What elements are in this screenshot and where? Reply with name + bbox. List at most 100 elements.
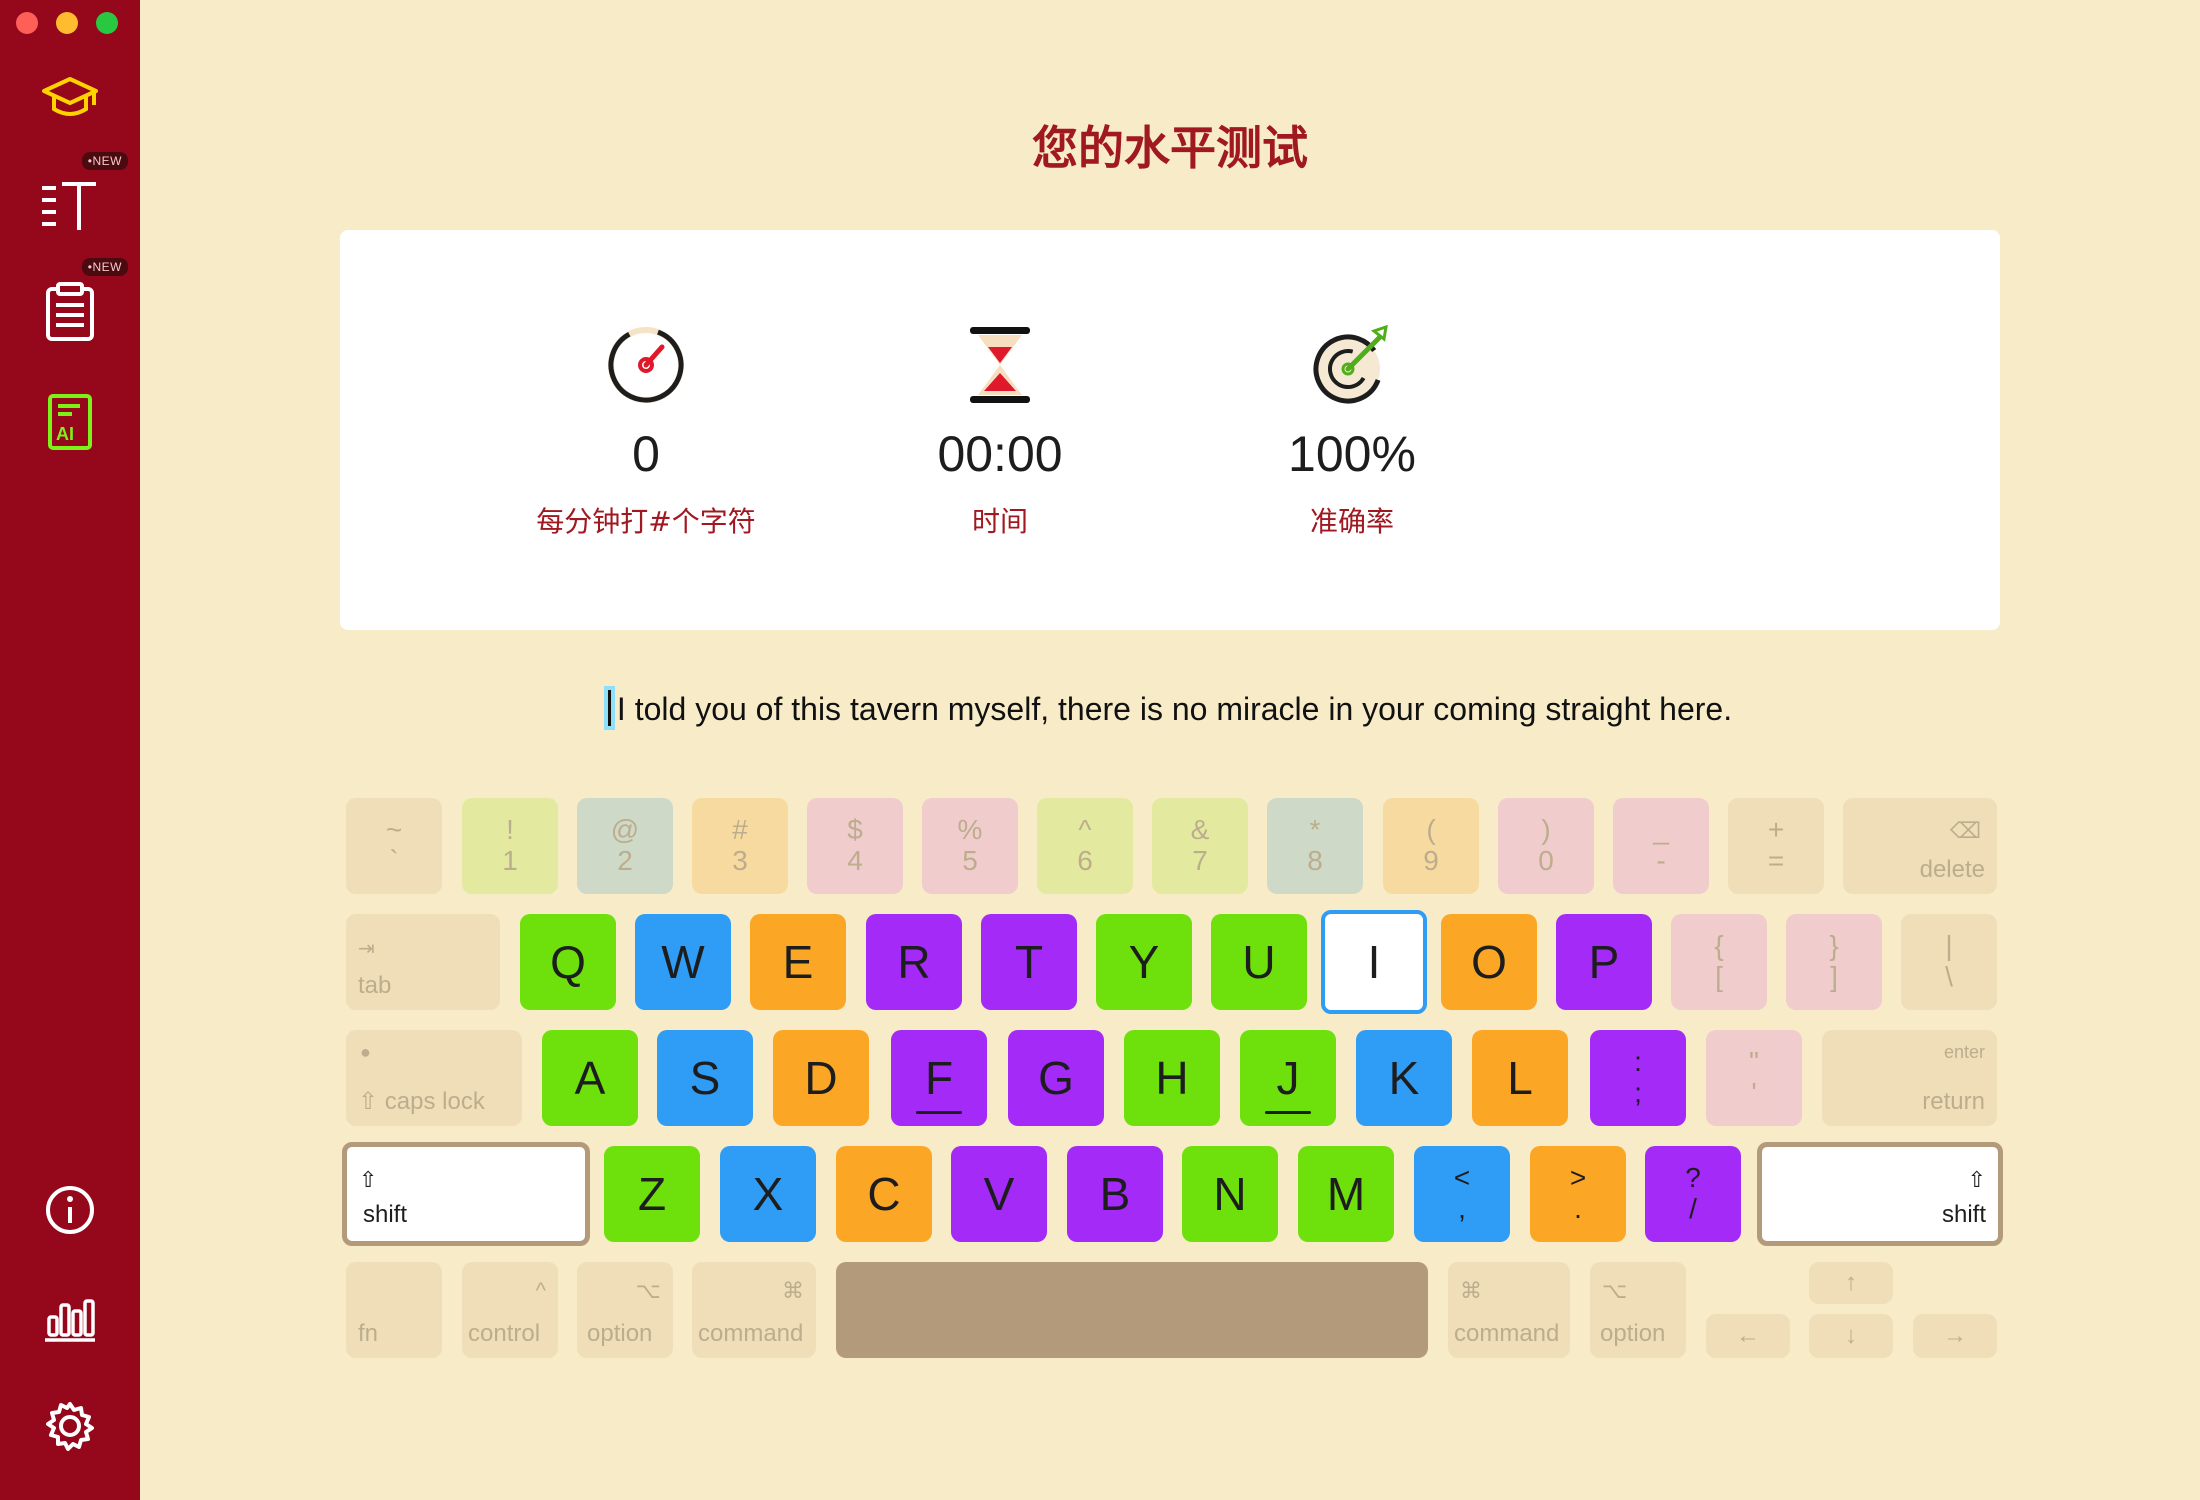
page-title: 您的水平测试 (1032, 121, 1308, 175)
key-u[interactable]: U (1211, 914, 1307, 1010)
zoom-window-button[interactable] (96, 12, 118, 34)
minimize-window-button[interactable] (56, 12, 78, 34)
key-shift-char: % (957, 814, 983, 846)
settings-button[interactable] (30, 1386, 110, 1466)
key-arrow-down[interactable]: ↓ (1809, 1314, 1893, 1358)
key-8[interactable]: * 8 (1267, 798, 1363, 894)
key-shift-char: * (1309, 814, 1321, 846)
key-1[interactable]: ! 1 (462, 798, 558, 894)
key-3[interactable]: #3 (692, 798, 788, 894)
key-t[interactable]: T (981, 914, 1077, 1010)
key-9[interactable]: (9 (1383, 798, 1479, 894)
key-shift-char: ^ (1078, 814, 1092, 846)
typing-prompt[interactable]: I told you of this tavern myself, there … (140, 690, 2200, 728)
speed-label: 每分钟打#个字符 (536, 505, 756, 538)
key-tab[interactable]: ⇥ tab (346, 914, 500, 1010)
key-7[interactable]: & 7 (1152, 798, 1248, 894)
key-h[interactable]: H (1124, 1030, 1220, 1126)
key-return[interactable]: enter return (1822, 1030, 1997, 1126)
key-right-option[interactable]: ⌥ option (1590, 1262, 1686, 1358)
gear-icon (46, 1402, 94, 1451)
key-o[interactable]: O (1441, 914, 1537, 1010)
sidebar-item-texts[interactable]: •NEW (30, 152, 128, 246)
key-6[interactable]: ^ 6 (1037, 798, 1133, 894)
key-quote[interactable]: " ' (1706, 1030, 1802, 1126)
key-g[interactable]: G (1008, 1030, 1104, 1126)
key-p[interactable]: P (1556, 914, 1652, 1010)
key-left-option[interactable]: ⌥ option (577, 1262, 673, 1358)
key-minus[interactable]: _ - (1613, 798, 1709, 894)
key-w[interactable]: W (635, 914, 731, 1010)
key-slash[interactable]: ? / (1645, 1146, 1741, 1242)
key-x[interactable]: X (720, 1146, 816, 1242)
key-m[interactable]: M (1298, 1146, 1394, 1242)
key-right-bracket[interactable]: }] (1786, 914, 1882, 1010)
sidebar-item-ai[interactable]: AI (30, 382, 110, 462)
key-arrow-right[interactable]: → (1913, 1314, 1997, 1358)
key-backtick[interactable]: ~ ` (346, 798, 442, 894)
key-k[interactable]: K (1356, 1030, 1452, 1126)
key-arrow-up[interactable]: ↑ (1809, 1262, 1893, 1304)
key-e[interactable]: E (750, 914, 846, 1010)
key-4[interactable]: $4 (807, 798, 903, 894)
clipboard-list-icon (46, 282, 94, 341)
key-d[interactable]: D (773, 1030, 869, 1126)
key-right-shift-active[interactable]: ⇧ shift (1757, 1142, 2003, 1246)
command-icon: ⌘ (1460, 1278, 1482, 1303)
key-char: 1 (502, 845, 518, 876)
key-left-bracket[interactable]: {[ (1671, 914, 1767, 1010)
key-s[interactable]: S (657, 1030, 753, 1126)
sidebar-item-lessons[interactable] (30, 58, 110, 138)
key-arrow-left[interactable]: ← (1706, 1314, 1790, 1358)
key-5[interactable]: % 5 (922, 798, 1018, 894)
statistics-button[interactable] (30, 1278, 110, 1358)
key-equals[interactable]: + = (1728, 798, 1824, 894)
key-char: [ (1715, 961, 1723, 992)
key-char: 5 (962, 845, 978, 876)
key-z[interactable]: Z (604, 1146, 700, 1242)
key-r[interactable]: R (866, 914, 962, 1010)
home-row-bump (916, 1111, 962, 1114)
stat-accuracy: 100% 准确率 (1182, 320, 1522, 540)
current-char: I (616, 691, 626, 727)
key-char: 9 (1423, 845, 1439, 876)
key-label: command (1454, 1320, 1560, 1347)
sidebar-item-tests[interactable]: •NEW (30, 258, 128, 352)
key-n[interactable]: N (1182, 1146, 1278, 1242)
key-char: 4 (847, 845, 863, 876)
close-window-button[interactable] (16, 12, 38, 34)
key-comma[interactable]: <, (1414, 1146, 1510, 1242)
key-caps-lock[interactable]: ● ⇧ caps lock (346, 1030, 522, 1126)
option-icon: ⌥ (1602, 1278, 1628, 1303)
key-c[interactable]: C (836, 1146, 932, 1242)
key-0[interactable]: ) 0 (1498, 798, 1594, 894)
key-f[interactable]: F (891, 1030, 987, 1126)
key-v[interactable]: V (951, 1146, 1047, 1242)
key-backslash[interactable]: | \ (1901, 914, 1997, 1010)
key-y[interactable]: Y (1096, 914, 1192, 1010)
key-i-active[interactable]: I (1321, 910, 1427, 1014)
key-left-shift-active[interactable]: ⇧ shift (342, 1142, 590, 1246)
info-button[interactable] (30, 1170, 110, 1250)
key-space[interactable] (836, 1262, 1428, 1358)
key-j[interactable]: J (1240, 1030, 1336, 1126)
key-left-command[interactable]: ⌘ command (692, 1262, 816, 1358)
key-char: / (1689, 1193, 1697, 1224)
shift-icon: ⇧ (358, 1088, 379, 1115)
key-semicolon[interactable]: :; (1590, 1030, 1686, 1126)
key-label: caps lock (384, 1088, 485, 1115)
key-q[interactable]: Q (520, 914, 616, 1010)
key-b[interactable]: B (1067, 1146, 1163, 1242)
key-delete[interactable]: ⌫ delete (1843, 798, 1997, 894)
key-shift-char: ! (506, 814, 514, 846)
key-right-command[interactable]: ⌘ command (1448, 1262, 1570, 1358)
key-label: tab (358, 972, 392, 999)
key-char: , (1458, 1193, 1466, 1224)
key-fn[interactable]: fn (346, 1262, 442, 1358)
key-2[interactable]: @2 (577, 798, 673, 894)
key-period[interactable]: >. (1530, 1146, 1626, 1242)
key-a[interactable]: A (542, 1030, 638, 1126)
key-control[interactable]: ^ control (462, 1262, 558, 1358)
key-shift-char: } (1829, 930, 1839, 962)
key-l[interactable]: L (1472, 1030, 1568, 1126)
